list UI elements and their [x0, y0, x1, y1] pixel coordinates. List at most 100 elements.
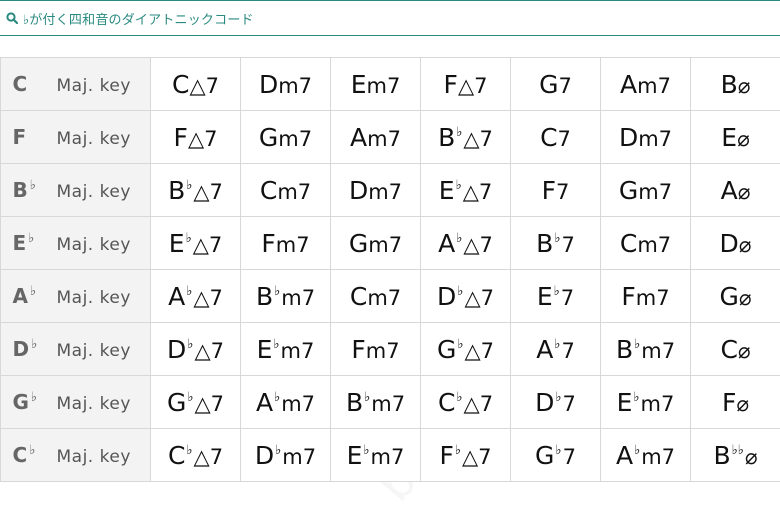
chord-symbol: Gm7 [259, 123, 312, 152]
chord-root: C [168, 441, 185, 470]
chord-symbol: D♭△7 [167, 335, 224, 364]
chord-root: D [535, 388, 554, 417]
chord-cell: F⌀ [691, 376, 780, 429]
search-bar[interactable]: ♭が付く四和音のダイアトニックコード [0, 0, 780, 36]
chord-symbol: E♭m7 [257, 335, 315, 364]
chord-symbol: B♭m7 [346, 388, 405, 417]
flat-symbol: ♭ [274, 390, 280, 405]
table-row: E♭Maj. keyE♭△7Fm7Gm7A♭△7B♭7Cm7D⌀ [1, 217, 780, 270]
chord-symbol: D♭7 [535, 388, 576, 417]
chord-root: G [539, 70, 558, 99]
flat-symbol: ♭ [554, 337, 560, 352]
key-root: B [13, 178, 28, 202]
chord-cell: Dm7 [331, 164, 421, 217]
chord-quality: m7 [636, 286, 670, 310]
chord-cell: B♭m7 [241, 270, 331, 323]
chord-quality: m7 [371, 392, 405, 416]
flat-symbol: ♭ [273, 337, 279, 352]
flat-symbol: ♭ [275, 443, 281, 458]
key-cell: C♭Maj. key [1, 429, 151, 482]
chord-root: E [617, 388, 633, 417]
key-cell: FMaj. key [1, 111, 151, 164]
key-root: E [13, 231, 27, 255]
flat-symbol: ♭ [31, 337, 37, 352]
chord-root: G [349, 229, 368, 258]
flat-symbol: ♭ [456, 390, 462, 405]
chord-quality: 7 [556, 180, 569, 204]
chord-cell: D⌀ [691, 217, 780, 270]
chord-cell: G♭△7 [421, 323, 511, 376]
chord-cell: B♭△7 [421, 111, 511, 164]
flat-symbol: ♭ [31, 390, 37, 405]
key-suffix: Maj. key [57, 235, 145, 255]
flat-symbol: ♭ [456, 231, 462, 246]
chord-root: E [169, 229, 185, 258]
chord-symbol: E♭m7 [347, 441, 405, 470]
chord-quality: ⌀ [736, 392, 749, 416]
key-cell: CMaj. key [1, 58, 151, 111]
chord-cell: Gm7 [241, 111, 331, 164]
chord-cell: A♭7 [511, 323, 601, 376]
chord-cell: Am7 [601, 58, 691, 111]
key-suffix: Maj. key [57, 341, 145, 361]
chord-root: E [257, 335, 273, 364]
chord-symbol: F△7 [174, 123, 218, 152]
flat-symbol: ♭ [30, 178, 36, 193]
chord-symbol: B♭7 [536, 229, 575, 258]
chord-quality: m7 [641, 392, 675, 416]
chord-symbol: G♭△7 [167, 388, 224, 417]
chord-root: D [259, 70, 278, 99]
chord-symbol: E⌀ [721, 123, 749, 152]
chord-symbol: B♭m7 [616, 335, 675, 364]
diatonic-chord-table: CMaj. keyC△7Dm7Em7F△7G7Am7B⌀FMaj. keyF△7… [0, 57, 780, 482]
chord-quality: △7 [188, 127, 218, 151]
chord-root: A [536, 335, 553, 364]
chord-symbol: B♭△7 [168, 176, 223, 205]
chord-symbol: Gm7 [619, 176, 672, 205]
chord-root: G [619, 176, 638, 205]
chord-quality: 7 [563, 445, 576, 469]
chord-cell: E♭7 [511, 270, 601, 323]
chord-root: A [168, 282, 185, 311]
chord-quality: 7 [561, 233, 574, 257]
chord-symbol: A♭△7 [168, 282, 223, 311]
chord-root: F [722, 388, 736, 417]
flat-symbol: ♭ [187, 337, 193, 352]
chord-quality: 7 [558, 127, 571, 151]
key-suffix: Maj. key [57, 447, 145, 467]
chord-cell: C♭△7 [151, 429, 241, 482]
key-name: F [7, 125, 57, 149]
chord-symbol: Fm7 [351, 335, 399, 364]
chord-root: C [720, 335, 737, 364]
chord-symbol: C△7 [172, 70, 219, 99]
chord-root: F [174, 123, 188, 152]
table-row: CMaj. keyC△7Dm7Em7F△7G7Am7B⌀ [1, 58, 780, 111]
chord-root: E [439, 176, 455, 205]
key-cell: A♭Maj. key [1, 270, 151, 323]
chord-symbol: Gm7 [349, 229, 402, 258]
chord-symbol: A♭m7 [256, 388, 315, 417]
key-cell: D♭Maj. key [1, 323, 151, 376]
chord-cell: G♭7 [511, 429, 601, 482]
search-query-text[interactable]: ♭が付く四和音のダイアトニックコード [23, 9, 254, 28]
chord-root: G [167, 388, 186, 417]
chord-cell: B♭m7 [331, 376, 421, 429]
flat-symbol: ♭ [457, 337, 463, 352]
chord-symbol: F⌀ [722, 388, 749, 417]
chord-root: A [616, 441, 633, 470]
key-root: C [13, 443, 28, 467]
chord-cell: Cm7 [241, 164, 331, 217]
chord-cell: A♭m7 [601, 429, 691, 482]
flat-symbol: ♭ [554, 231, 560, 246]
chord-root: C [438, 388, 455, 417]
chord-quality: m7 [641, 445, 675, 469]
chord-quality: 7 [559, 74, 572, 98]
chord-quality: m7 [278, 74, 312, 98]
chord-root: D [619, 123, 638, 152]
chord-cell: Gm7 [331, 217, 421, 270]
chord-symbol: C⌀ [720, 335, 750, 364]
table-row: C♭Maj. keyC♭△7D♭m7E♭m7F♭△7G♭7A♭m7B♭♭⌀ [1, 429, 780, 482]
chord-symbol: Dm7 [259, 70, 312, 99]
chord-symbol: F♭△7 [439, 441, 491, 470]
chord-quality: △7 [465, 339, 495, 363]
